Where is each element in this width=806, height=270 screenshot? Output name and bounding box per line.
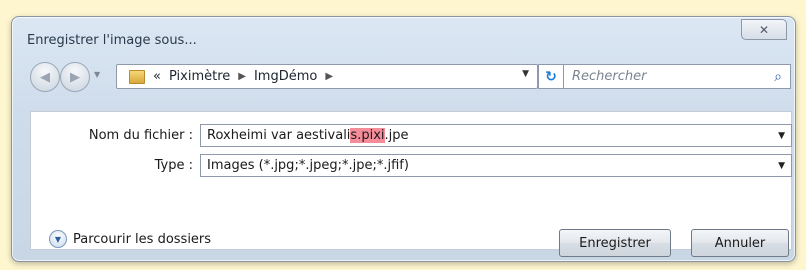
filename-row: Nom du fichier : Roxheimi var aestivalis… xyxy=(73,124,792,147)
search-icon[interactable]: ⌕ xyxy=(774,69,782,85)
address-bar[interactable]: « Piximètre ▶ ImgDémo ▶ ▼ xyxy=(116,64,538,89)
filename-label: Nom du fichier : xyxy=(88,128,193,143)
form-panel: Nom du fichier : Roxheimi var aestivalis… xyxy=(30,111,792,257)
type-label: Type : xyxy=(154,158,193,173)
cancel-button[interactable]: Annuler xyxy=(691,229,789,257)
browse-folders-toggle[interactable]: ▼ Parcourir les dossiers xyxy=(49,230,211,248)
forward-arrow-icon: ▶ xyxy=(70,69,80,85)
close-button[interactable]: ✕ xyxy=(741,19,787,40)
dialog-title: Enregistrer l'image sous... xyxy=(27,33,197,48)
save-button[interactable]: Enregistrer xyxy=(559,229,671,257)
close-icon: ✕ xyxy=(758,22,770,37)
back-button[interactable]: ◀ xyxy=(30,62,60,92)
filename-dropdown-icon[interactable]: ▼ xyxy=(778,131,785,141)
filename-input[interactable]: Roxheimi var aestivalis.pixi.jpe ▼ xyxy=(200,124,792,147)
filename-text-prefix: Roxheimi var aestivali xyxy=(207,128,351,143)
back-arrow-icon: ◀ xyxy=(40,69,50,85)
address-dropdown-icon[interactable]: ▼ xyxy=(522,69,529,79)
refresh-icon: ↻ xyxy=(545,68,557,85)
chevrons-icon[interactable]: « xyxy=(153,69,161,84)
navigation-bar: ◀ ▶ ▼ « Piximètre ▶ ImgDémo ▶ ▼ ↻ Recher… xyxy=(30,60,791,92)
breadcrumb-separator-icon[interactable]: ▶ xyxy=(238,71,246,82)
save-image-dialog: Enregistrer l'image sous... ✕ ◀ ▶ ▼ « Pi… xyxy=(11,16,796,262)
refresh-button[interactable]: ↻ xyxy=(538,64,564,89)
recent-pages-dropdown[interactable]: ▼ xyxy=(94,70,100,79)
folder-icon xyxy=(129,69,145,84)
filename-text-suffix: .jpe xyxy=(384,128,409,143)
breadcrumb-item-imgdemo[interactable]: ImgDémo xyxy=(254,69,317,84)
filename-text-selection: s.pixi xyxy=(350,128,385,143)
type-value: Images (*.jpg;*.jpeg;*.jpe;*.jfif) xyxy=(207,158,409,173)
type-select[interactable]: Images (*.jpg;*.jpeg;*.jpe;*.jfif) ▼ xyxy=(200,154,792,177)
type-row: Type : Images (*.jpg;*.jpeg;*.jpe;*.jfif… xyxy=(73,154,792,177)
breadcrumb-item-piximetre[interactable]: Piximètre xyxy=(169,69,230,84)
type-dropdown-icon[interactable]: ▼ xyxy=(778,161,785,171)
search-box[interactable]: Rechercher ⌕ xyxy=(563,64,791,89)
search-input[interactable]: Rechercher xyxy=(572,69,647,84)
forward-button[interactable]: ▶ xyxy=(60,62,90,92)
breadcrumb-separator-icon[interactable]: ▶ xyxy=(325,71,333,82)
browse-folders-label[interactable]: Parcourir les dossiers xyxy=(73,232,211,247)
expand-chevron-icon[interactable]: ▼ xyxy=(49,230,67,248)
